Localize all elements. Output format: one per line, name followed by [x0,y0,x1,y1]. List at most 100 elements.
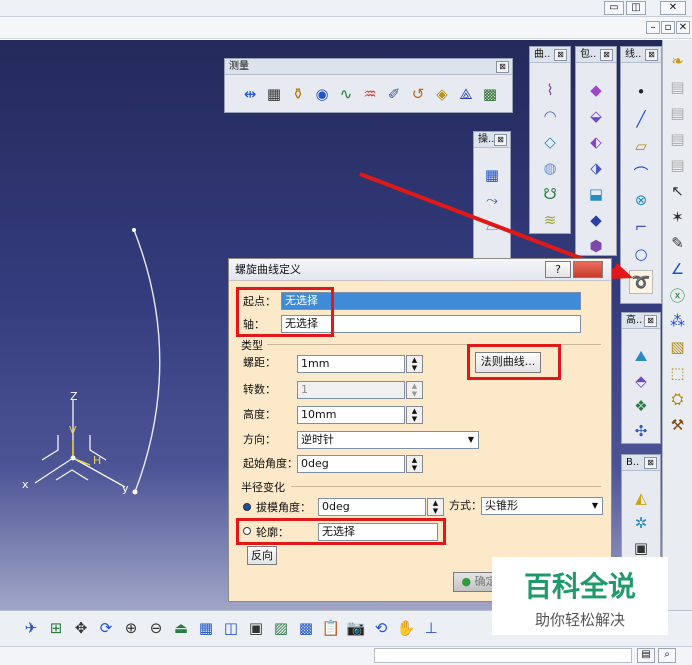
draft-analysis-icon[interactable]: ✐ [383,83,405,105]
deform-icon[interactable]: ❖ [630,395,652,417]
hide-show-icon[interactable]: ▨ [270,617,292,639]
zoom-out-icon[interactable]: ⊖ [145,617,167,639]
taper-spinner[interactable]: ▲ ▼ [427,498,444,516]
wrap-icon[interactable]: ⬘ [630,370,652,392]
bin-icon[interactable]: ⬚ [667,362,689,384]
bump-icon[interactable]: ⛰ [630,345,652,367]
measure-inertia-icon[interactable]: ⚱ [287,83,309,105]
iso-view-icon[interactable]: ◫ [220,617,242,639]
xn-icon[interactable]: ⓧ [667,284,689,306]
sketch-icon[interactable]: ✎ [667,232,689,254]
fly-mode-icon[interactable]: ✈ [20,617,42,639]
taper-field[interactable]: 0deg [318,498,426,516]
b-toolbar[interactable]: B.. ⊠ ◭ ✲ ▣ [621,454,661,558]
porcupine-icon[interactable]: ♒ [359,83,381,105]
start-angle-spinner[interactable]: ▲ ▼ [406,455,423,473]
height-spinner[interactable]: ▲ ▼ [406,406,423,424]
split-icon[interactable]: ⬖ [585,131,607,153]
minimize-button[interactable]: ▭ [604,1,624,15]
plane-icon[interactable]: ▱ [630,135,652,157]
advanced-toolbar-close[interactable]: ⊠ [644,315,657,327]
curve-toolbar-close[interactable]: ⊠ [554,49,567,61]
analysis-icon[interactable]: ◉ [311,83,333,105]
mode-dropdown[interactable]: 尖锥形 ▼ [481,497,603,515]
status-bar: ▤ ⌕ [0,646,692,665]
pitch-spinner[interactable]: ▲ ▼ [406,355,423,373]
star-select-icon[interactable]: ✶ [667,206,689,228]
angle-icon[interactable]: ∠ [667,258,689,280]
connect-analysis-icon[interactable]: ⟁ [455,83,477,105]
hand-icon[interactable]: ✋ [395,617,417,639]
height-field[interactable]: 10mm [297,406,405,424]
measure-toolbar-close[interactable]: ⊠ [496,61,509,73]
catalog-icon[interactable]: ▧ [667,336,689,358]
pitch-field[interactable]: 1mm [297,355,405,373]
measure-item-icon[interactable]: ▦ [263,83,285,105]
b-toolbar-close[interactable]: ⊠ [644,457,657,469]
command-input[interactable] [374,648,632,663]
select-arrow-icon[interactable]: ↖ [667,180,689,202]
render-style-icon[interactable]: ▣ [245,617,267,639]
restore-button[interactable]: ◫ [626,1,646,15]
operations-toolbar-close[interactable]: ⊠ [494,134,507,146]
curvature-icon[interactable]: ↺ [407,83,429,105]
point-icon[interactable]: • [630,81,652,103]
normal-view-icon[interactable]: ⏏ [170,617,192,639]
status-search-icon[interactable]: ⌕ [658,648,676,663]
radius-group-divider [291,486,601,487]
help-button[interactable]: ? [545,261,571,278]
type-group-label: 类型 [241,339,263,352]
knowledge-icon[interactable]: ⛭ [667,388,689,410]
multi-view-icon[interactable]: ▦ [195,617,217,639]
measure-between-icon[interactable]: ⇹ [239,83,261,105]
mapping-icon[interactable]: ▩ [479,83,501,105]
feature-icon[interactable]: ◭ [630,487,652,509]
advanced-toolbar[interactable]: 高.. ⊠ ⛰ ⬘ ❖ ✣ [621,312,661,444]
pattern-icon[interactable]: ✲ [630,512,652,534]
start-angle-field[interactable]: 0deg [297,455,405,473]
right-dock-toolbar[interactable]: ❧ ▤ ▤ ▤ ▤ ↖ ✶ ✎ ∠ ⓧ ⁂ ▧ ⬚ ⛭ ⚒ [662,40,692,610]
sweep-icon[interactable]: ⌇ [539,79,561,101]
doc-close-button[interactable]: ✕ [676,21,690,34]
revolve-icon[interactable]: ◠ [539,105,561,127]
tools-icon[interactable]: ⚒ [667,414,689,436]
zoom-in-icon[interactable]: ⊕ [120,617,142,639]
join-icon[interactable]: ⬙ [585,105,607,127]
status-tool-icon[interactable]: ▤ [637,648,655,663]
curve-analysis-icon[interactable]: ∿ [335,83,357,105]
line-icon[interactable]: ╱ [630,108,652,130]
dialog-close-button[interactable] [573,261,603,278]
axis-v-label: V [69,424,77,437]
reverse-button[interactable]: 反向 [247,546,277,565]
pan-icon[interactable]: ✥ [70,617,92,639]
axis-system-icon[interactable]: ⊥ [420,617,442,639]
wireframe-toolbar-close[interactable]: ⊠ [645,49,658,61]
measure-toolbar[interactable]: 测量 ⊠ ⇹ ▦ ⚱ ◉ ∿ ♒ ✐ ↺ ◈ ⟁ ▩ [224,58,513,113]
watermark: 百科全说 助你轻松解决 [492,557,668,635]
surface-analysis-icon[interactable]: ◈ [431,83,453,105]
direction-dropdown[interactable]: 逆时针 ▼ [297,431,479,449]
workbench-icon[interactable]: ❧ [667,50,689,72]
dots-grid-icon[interactable]: ⁂ [667,310,689,332]
fit-all-icon[interactable]: ⊞ [45,617,67,639]
camera-icon[interactable]: 📷 [345,617,367,639]
highlight-start-axis [236,287,334,337]
doc-restore-button[interactable]: ▫ [661,21,675,34]
loft-icon[interactable]: ◇ [539,131,561,153]
rotate-icon[interactable]: ⟳ [95,617,117,639]
clipboard-icon[interactable]: 📋 [320,617,342,639]
surface-toolbar-close[interactable]: ⊠ [600,49,613,61]
doc-minimize-button[interactable]: – [646,21,660,34]
disabled-tool-4-icon: ▤ [670,156,685,174]
helix-definition-dialog[interactable]: 螺旋曲线定义 ? 起点： 无选择 轴： 无选择 类型 螺距： 1mm ▲ ▼ 法则… [228,258,612,602]
extrude-icon[interactable]: ◆ [585,79,607,101]
turns-spinner[interactable]: ▲ ▼ [406,381,423,399]
update-icon[interactable]: ⟲ [370,617,392,639]
turns-field[interactable]: 1 [297,381,405,399]
taper-radio[interactable] [243,503,251,511]
curve-start-point [132,228,136,232]
shape-morph-icon[interactable]: ✣ [630,420,652,442]
swap-visible-icon[interactable]: ▩ [295,617,317,639]
close-button[interactable]: ✕ [660,1,686,15]
body-icon[interactable]: ▣ [630,537,652,559]
